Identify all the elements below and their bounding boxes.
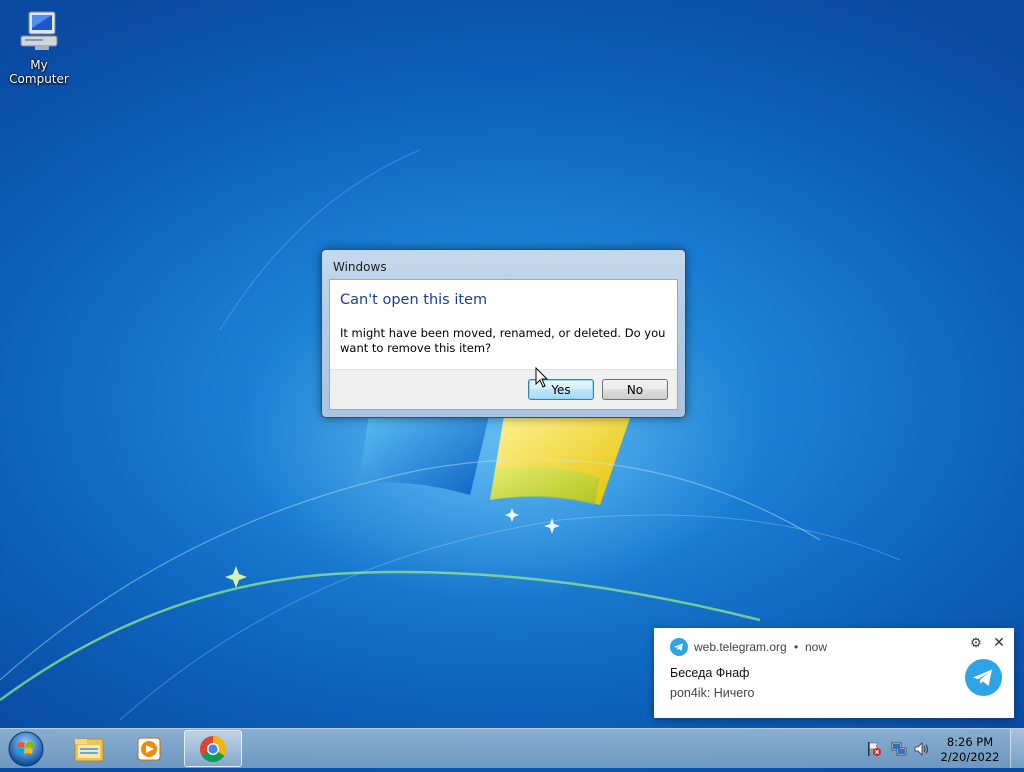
desktop-icon-label: My Computer [9,58,69,86]
taskbar-item-chrome[interactable] [184,730,242,767]
notification-source: web.telegram.org [694,640,787,654]
taskbar: 8:26 PM 2/20/2022 [0,728,1024,768]
taskbar-item-windows-explorer[interactable] [60,730,118,767]
volume-icon[interactable] [914,741,930,757]
telegram-logo-icon [965,659,1002,696]
computer-icon [15,8,63,56]
network-icon[interactable] [891,741,907,757]
system-clock[interactable]: 8:26 PM 2/20/2022 [938,735,1002,765]
notification-title: Беседа Фнаф [670,666,750,680]
dialog-button-bar: Yes No [330,369,677,409]
close-icon[interactable]: ✕ [992,635,1006,649]
telegram-icon [670,638,688,656]
notification-separator: • [794,640,799,654]
mouse-cursor-icon [535,367,549,388]
no-button[interactable]: No [602,379,668,400]
media-player-icon [137,737,161,761]
dialog-content: Can't open this item It might have been … [329,279,678,410]
action-center-flag-icon[interactable] [866,741,882,757]
notification-time: now [805,640,828,654]
taskbar-item-media-player[interactable] [120,730,178,767]
chrome-icon [200,735,227,763]
start-button[interactable] [6,730,46,768]
gear-icon[interactable]: ⚙ [969,636,983,650]
folder-icon [74,738,104,762]
show-desktop-button[interactable] [1010,729,1024,768]
notification-body: pon4ik: Ничего [670,686,755,700]
dialog-title: Windows [333,260,387,274]
clock-time: 8:26 PM [946,735,994,749]
clock-date: 2/20/2022 [940,750,1000,764]
error-dialog: Windows Can't open this item It might ha… [321,249,686,418]
windows-logo-icon [8,731,44,767]
dialog-heading: Can't open this item [340,292,488,308]
desktop-icon-my-computer[interactable]: My Computer [0,8,78,86]
telegram-notification[interactable]: web.telegram.org • now ⚙ ✕ Беседа Фнаф p… [654,628,1014,718]
dialog-message: It might have been moved, renamed, or de… [340,326,666,355]
